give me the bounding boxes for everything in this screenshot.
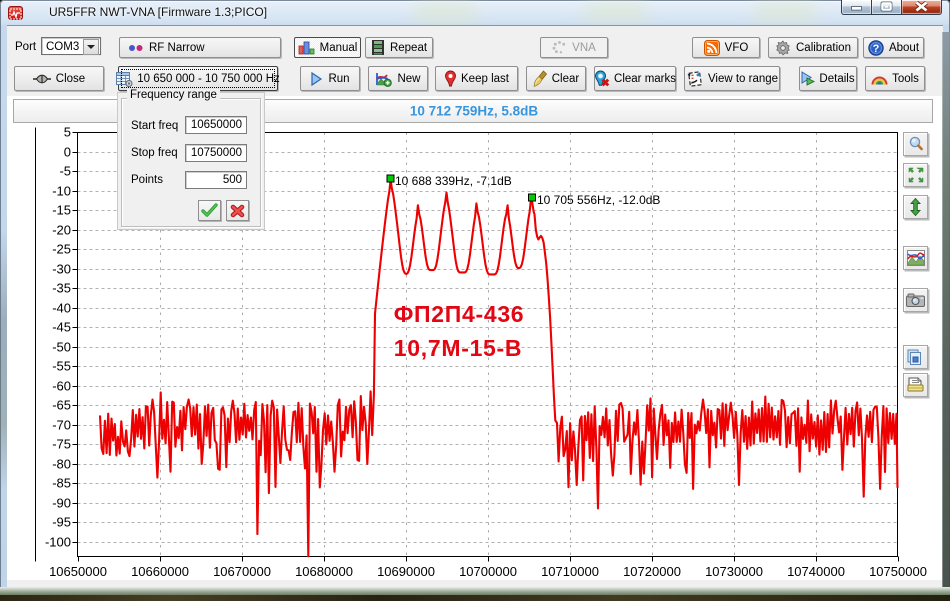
svg-text:-45: -45 <box>52 320 71 335</box>
svg-text:10730000: 10730000 <box>705 564 763 579</box>
svg-text:10 712 759Hz, 5.8dB: 10 712 759Hz, 5.8dB <box>410 104 539 119</box>
svg-text:-15: -15 <box>52 203 71 218</box>
svg-text:10660000: 10660000 <box>131 564 189 579</box>
svg-text:-65: -65 <box>52 398 71 413</box>
svg-text:-95: -95 <box>52 515 71 530</box>
svg-text:10 705 556Hz, -12.0dB: 10 705 556Hz, -12.0dB <box>537 193 660 207</box>
svg-text:10710000: 10710000 <box>541 564 599 579</box>
svg-text:-55: -55 <box>52 359 71 374</box>
svg-text:-85: -85 <box>52 476 71 491</box>
svg-text:-35: -35 <box>52 281 71 296</box>
svg-text:-50: -50 <box>52 340 71 355</box>
svg-text:-100: -100 <box>45 535 71 550</box>
svg-text:-10: -10 <box>52 184 71 199</box>
svg-text:5: 5 <box>64 125 71 140</box>
svg-text:10690000: 10690000 <box>377 564 435 579</box>
svg-text:-30: -30 <box>52 262 71 277</box>
svg-text:10,7М-15-В: 10,7М-15-В <box>394 335 522 361</box>
svg-text:-90: -90 <box>52 496 71 511</box>
svg-text:-75: -75 <box>52 437 71 452</box>
svg-text:10670000: 10670000 <box>213 564 271 579</box>
svg-text:-5: -5 <box>59 164 71 179</box>
svg-text:10650000: 10650000 <box>49 564 107 579</box>
svg-text:-80: -80 <box>52 457 71 472</box>
svg-text:10 688 339Hz, -7.1dB: 10 688 339Hz, -7.1dB <box>395 174 512 188</box>
svg-text:10750000: 10750000 <box>869 564 927 579</box>
svg-text:-20: -20 <box>52 223 71 238</box>
svg-text:-40: -40 <box>52 301 71 316</box>
svg-text:0: 0 <box>64 145 71 160</box>
svg-text:10720000: 10720000 <box>623 564 681 579</box>
svg-text:ФП2П4-436: ФП2П4-436 <box>394 301 525 327</box>
svg-text:-60: -60 <box>52 379 71 394</box>
svg-text:-70: -70 <box>52 418 71 433</box>
svg-text:10680000: 10680000 <box>295 564 353 579</box>
svg-text:10700000: 10700000 <box>459 564 517 579</box>
svg-text:10740000: 10740000 <box>787 564 845 579</box>
svg-text:-25: -25 <box>52 242 71 257</box>
